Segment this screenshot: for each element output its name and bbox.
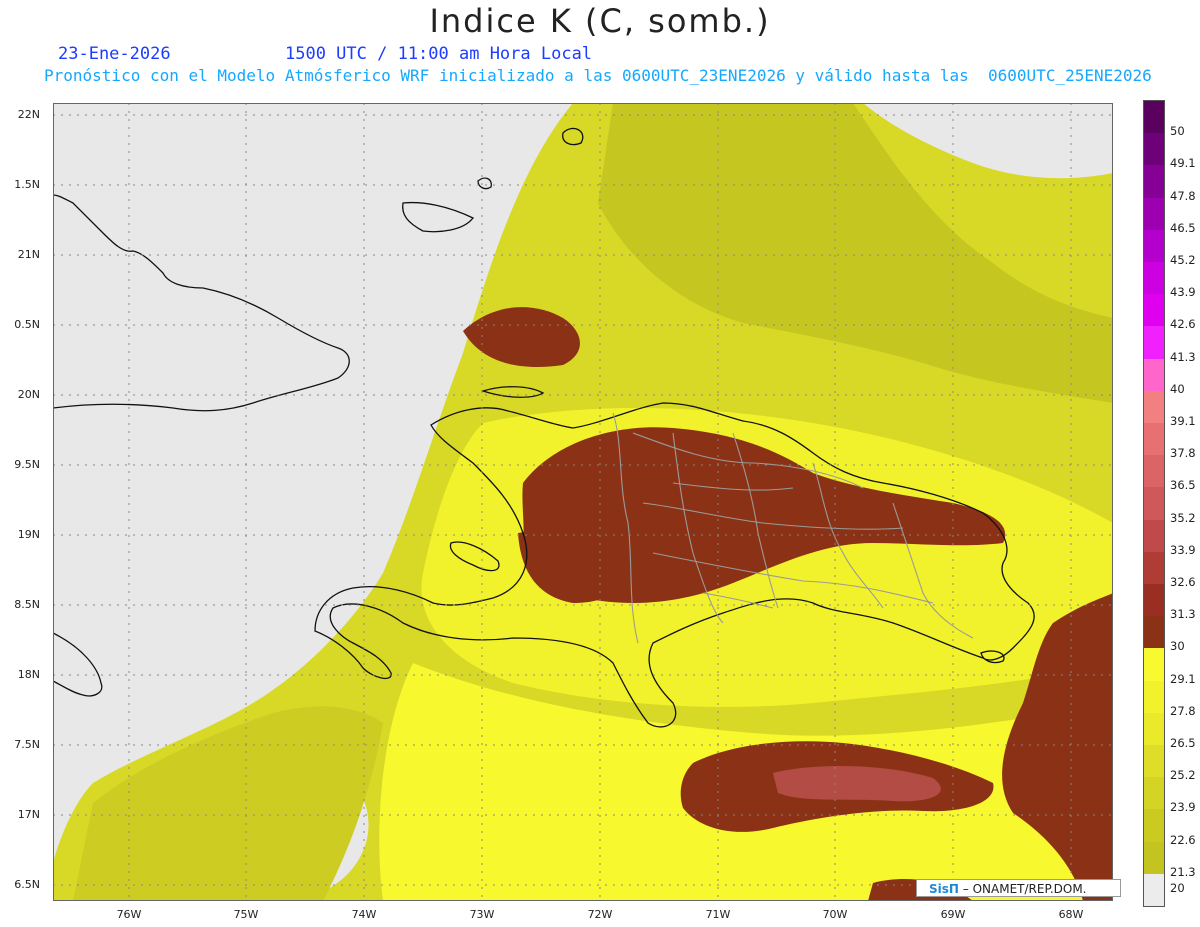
lon-label-69w: 69W: [940, 908, 966, 921]
colorbar-label: 39.1: [1170, 414, 1196, 428]
colorbar-label: 25.2: [1170, 768, 1196, 783]
colorbar-segment: [1144, 616, 1164, 649]
colorbar-label: 47.8: [1170, 188, 1196, 203]
colorbar-segment: [1144, 873, 1164, 907]
colorbar: [1143, 100, 1165, 907]
model-description: Pronóstico con el Modelo Atmósferico WRF…: [44, 66, 1152, 85]
colorbar-label: 30: [1170, 639, 1185, 654]
lon-label-76w: 76W: [116, 908, 142, 921]
colorbar-label: 42.6: [1170, 317, 1196, 332]
lat-label-19-5n: 9.5N: [14, 458, 40, 471]
colorbar-label: 35.2: [1170, 510, 1196, 525]
lat-label-22n: 22N: [17, 108, 40, 121]
lat-label-19n: 19N: [17, 528, 40, 541]
lon-label-70w: 70W: [822, 908, 848, 921]
credit-brand: SisΠ: [929, 882, 959, 896]
colorbar-segment: [1144, 777, 1164, 810]
colorbar-segment: [1144, 133, 1164, 166]
colorbar-segment: [1144, 229, 1164, 263]
lat-label-21-5n: 1.5N: [14, 178, 40, 191]
colorbar-segment: [1144, 809, 1164, 843]
colorbar-segment: [1144, 262, 1164, 295]
colorbar-segment: [1144, 648, 1164, 682]
colorbar-label: 46.5: [1170, 220, 1196, 235]
forecast-time: 1500 UTC / 11:00 am Hora Local: [285, 44, 593, 64]
colorbar-segment: [1144, 294, 1164, 327]
colorbar-segment: [1144, 326, 1164, 360]
colorbar-label: 20: [1170, 880, 1185, 895]
colorbar-segment: [1144, 487, 1164, 521]
lat-label-20-5n: 0.5N: [14, 318, 40, 331]
colorbar-label: 26.5: [1170, 736, 1196, 750]
colorbar-label: 23.9: [1170, 800, 1196, 815]
colorbar-segment: [1144, 745, 1164, 778]
colorbar-label: 50: [1170, 124, 1185, 139]
credit-box: SisΠ – ONAMET/REP.DOM.: [916, 879, 1121, 897]
colorbar-segment: [1144, 551, 1164, 585]
lon-label-72w: 72W: [587, 908, 613, 921]
lat-label-17n: 17N: [17, 808, 40, 821]
credit-text: – ONAMET/REP.DOM.: [962, 882, 1087, 896]
lat-label-18n: 18N: [17, 668, 40, 681]
lon-label-75w: 75W: [233, 908, 259, 921]
colorbar-label: 45.2: [1170, 253, 1196, 267]
colorbar-label: 29.1: [1170, 671, 1196, 686]
colorbar-label: 43.9: [1170, 285, 1196, 300]
forecast-date: 23-Ene-2026: [58, 44, 171, 64]
colorbar-segment: [1144, 165, 1164, 199]
lat-label-16-5n: 6.5N: [14, 878, 40, 891]
lat-label-18-5n: 8.5N: [14, 598, 40, 611]
colorbar-label: 32.6: [1170, 575, 1196, 589]
lon-label-74w: 74W: [351, 908, 377, 921]
colorbar-label: 22.6: [1170, 832, 1196, 847]
colorbar-segment: [1144, 423, 1164, 456]
k-index-map: [53, 103, 1113, 901]
colorbar-label: 31.3: [1170, 607, 1196, 622]
colorbar-segment: [1144, 390, 1164, 424]
colorbar-segment: [1144, 101, 1164, 134]
lat-label-20n: 20N: [17, 388, 40, 401]
colorbar-segment: [1144, 358, 1164, 392]
lon-label-68w: 68W: [1058, 908, 1084, 921]
colorbar-label: 21.3: [1170, 864, 1196, 879]
colorbar-label: 37.8: [1170, 446, 1196, 461]
map-title: Indice K (C, somb.): [429, 2, 771, 40]
colorbar-segment: [1144, 841, 1164, 875]
colorbar-segment: [1144, 519, 1164, 553]
colorbar-label: 33.9: [1170, 542, 1196, 557]
lon-label-71w: 71W: [705, 908, 731, 921]
colorbar-segment: [1144, 197, 1164, 231]
colorbar-segment: [1144, 455, 1164, 488]
colorbar-label: 40: [1170, 381, 1185, 396]
colorbar-label: 49.1: [1170, 156, 1196, 171]
lon-label-73w: 73W: [469, 908, 495, 921]
lat-label-17-5n: 7.5N: [14, 738, 40, 751]
colorbar-label: 36.5: [1170, 478, 1196, 493]
lat-label-21n: 21N: [17, 248, 40, 261]
colorbar-label: 41.3: [1170, 349, 1196, 364]
colorbar-segment: [1144, 712, 1164, 746]
colorbar-segment: [1144, 680, 1164, 714]
colorbar-segment: [1144, 584, 1164, 617]
colorbar-label: 27.8: [1170, 703, 1196, 718]
